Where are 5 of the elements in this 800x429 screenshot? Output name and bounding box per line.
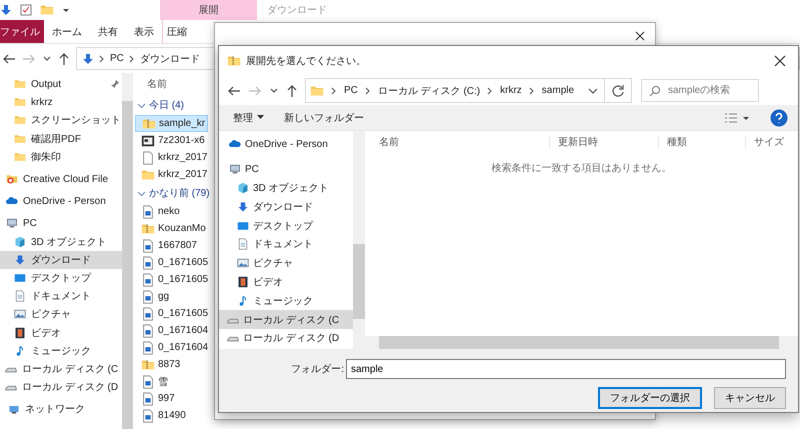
field-label: フォルダー:	[291, 363, 344, 376]
window-title: ダウンロード	[267, 4, 327, 17]
dialog-title: 展開先を選んでください。	[246, 54, 366, 68]
contextual-tab-header: 展開	[160, 0, 257, 20]
empty-message: 検索条件に一致する項目はありません。	[492, 163, 672, 174]
